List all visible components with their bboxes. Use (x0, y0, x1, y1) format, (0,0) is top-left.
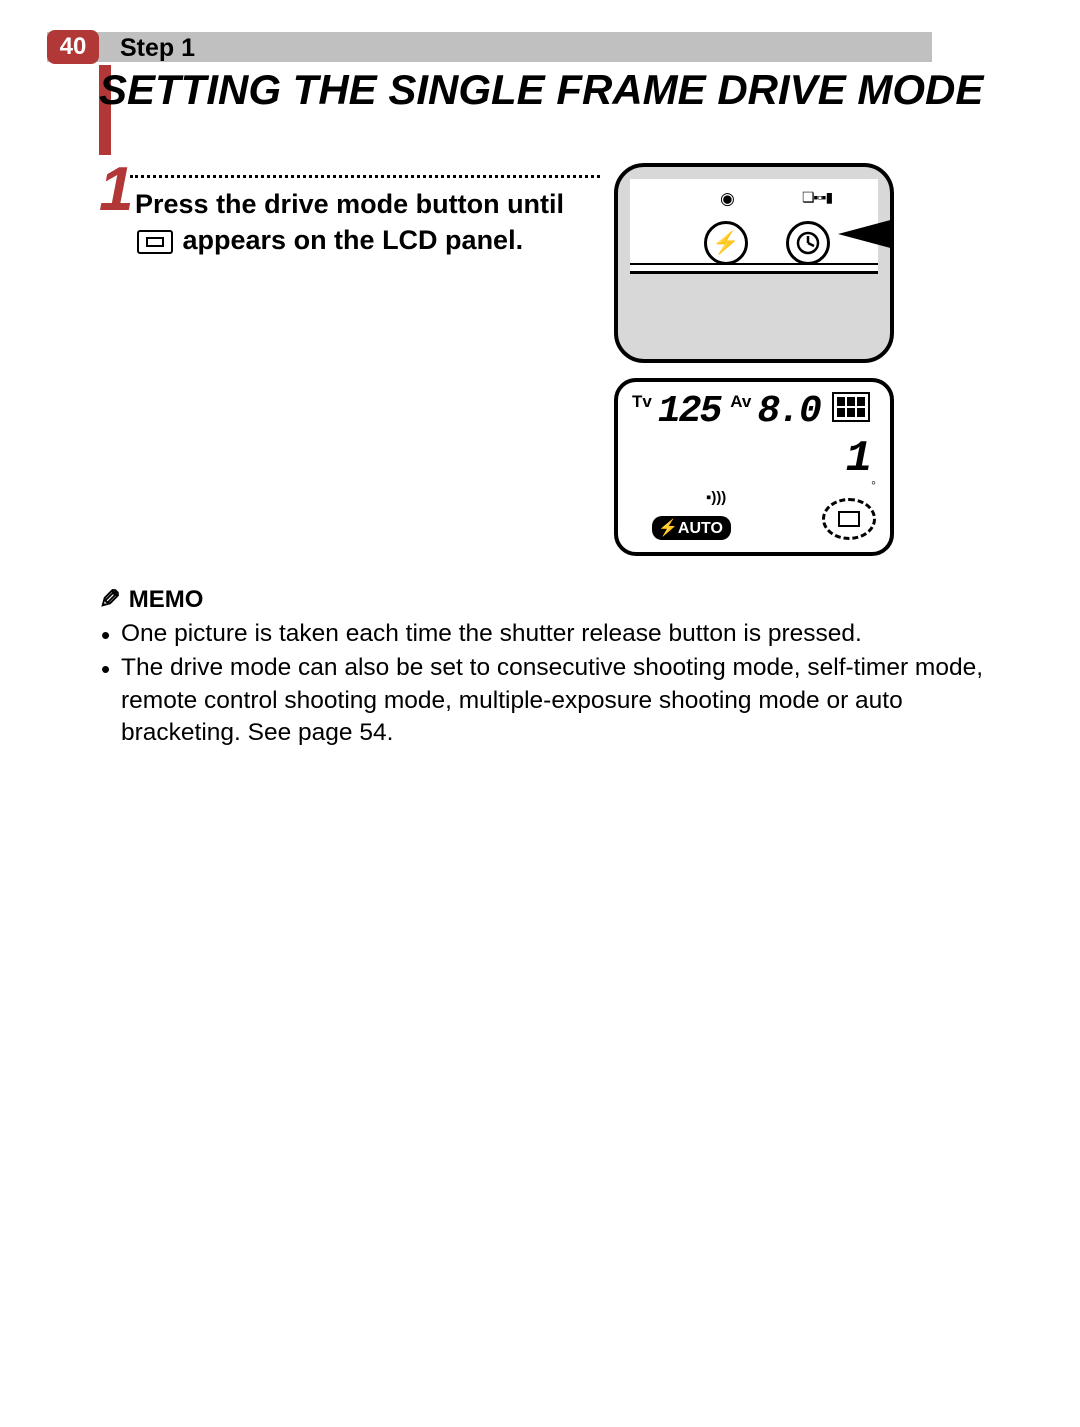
page-title: SETTING THE SINGLE FRAME DRIVE MODE (99, 68, 1020, 112)
av-label: Av (730, 392, 751, 412)
step-number: 1 (99, 154, 133, 225)
memo-list: One picture is taken each time the shutt… (99, 618, 1005, 751)
memo-item: One picture is taken each time the shutt… (99, 618, 1005, 650)
memo-header: ✎ MEMO (99, 584, 203, 615)
shutter-speed-value: 125 (658, 390, 720, 433)
single-frame-icon (137, 230, 173, 254)
memo-label: MEMO (129, 586, 204, 614)
memo-item: The drive mode can also be set to consec… (99, 652, 1005, 749)
lcd-panel-illustration: Tv 125 Av 8.0 1 ◦ ▪))) ⚡AUTO (614, 378, 894, 556)
frame-counter: 1 (846, 434, 872, 484)
aperture-value: 8.0 (757, 390, 819, 433)
step-instruction: Press the drive mode button until appear… (135, 186, 595, 259)
step-text-after: appears on the LCD panel. (183, 225, 524, 255)
step-text-before: Press the drive mode button until (135, 189, 564, 219)
flash-auto-badge: ⚡AUTO (652, 516, 731, 540)
frame-counter-dot-icon: ◦ (871, 474, 876, 490)
divider-line (630, 263, 878, 265)
single-frame-small-icon (838, 511, 860, 527)
dotted-separator (130, 175, 600, 178)
pointer-arrow-icon (838, 219, 894, 249)
step-label: Step 1 (120, 34, 195, 63)
page-number-tab: 40 (47, 30, 99, 64)
beep-icon: ▪))) (706, 489, 726, 506)
pencil-icon: ✎ (99, 584, 121, 615)
flash-button: ⚡ (704, 221, 748, 265)
redeye-icon: ◉ (720, 189, 735, 209)
tv-label: Tv (632, 392, 652, 412)
single-frame-highlight (822, 498, 876, 540)
af-point-grid-icon (832, 392, 870, 422)
drive-mode-icons: ❏▪▫▪▮ (802, 189, 832, 206)
camera-top-illustration: ◉ ❏▪▫▪▮ ⚡ (614, 163, 894, 363)
drive-mode-button (786, 221, 830, 265)
